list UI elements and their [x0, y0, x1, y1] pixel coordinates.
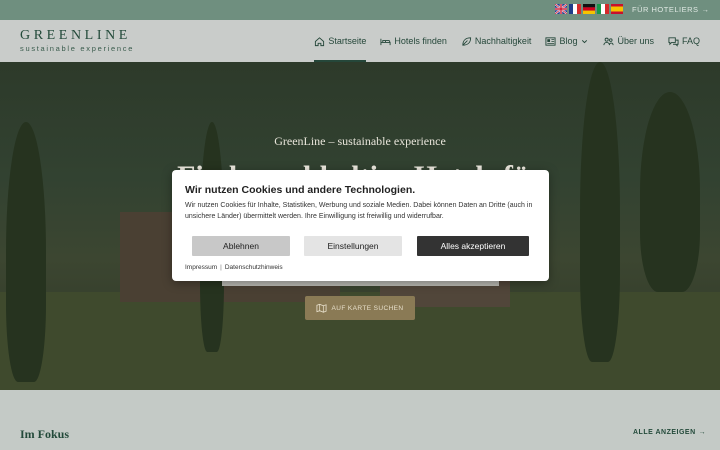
language-switcher	[555, 4, 623, 14]
flag-de-icon[interactable]	[583, 4, 595, 14]
top-bar: FÜR HOTELIERS →	[0, 0, 720, 20]
decline-button[interactable]: Ablehnen	[192, 236, 290, 256]
focus-section: Im Fokus ALLE ANZEIGEN →	[0, 390, 720, 450]
settings-button[interactable]: Einstellungen	[304, 236, 402, 256]
flag-it-icon[interactable]	[597, 4, 609, 14]
focus-title: Im Fokus	[20, 427, 70, 441]
show-all-label: ALLE ANZEIGEN	[633, 429, 696, 436]
nav-item-startseite[interactable]: Startseite	[314, 20, 367, 62]
nav-item-nachhaltigkeit[interactable]: Nachhaltigkeit	[461, 20, 532, 62]
search-on-map-button[interactable]: AUF KARTE SUCHEN	[305, 296, 415, 320]
for-hoteliers-label: FÜR HOTELIERS	[632, 5, 699, 14]
logo-name: GREENLINE	[20, 28, 131, 43]
nav-item-label: Über uns	[617, 36, 654, 46]
cookie-consent-dialog: Wir nutzen Cookies und andere Technologi…	[172, 170, 549, 281]
blog-icon	[545, 36, 556, 46]
chevron-down-icon	[582, 39, 588, 43]
nav-item-label: Nachhaltigkeit	[474, 36, 532, 46]
main-nav: Startseite Hotels finden Nachhaltigkeit …	[314, 20, 700, 62]
cookie-dialog-title: Wir nutzen Cookies und andere Technologi…	[185, 184, 416, 196]
logo[interactable]: GREENLINE sustainable experience	[20, 28, 134, 53]
nav-item-label: FAQ	[681, 36, 700, 46]
bed-icon	[380, 38, 391, 45]
link-separator: |	[220, 264, 222, 271]
nav-item-ueber-uns[interactable]: Über uns	[603, 20, 654, 62]
search-on-map-label: AUF KARTE SUCHEN	[331, 304, 404, 312]
site-header: GREENLINE sustainable experience Startse…	[0, 20, 720, 62]
cookie-dialog-links: Impressum | Datenschutzhinweis	[185, 264, 283, 271]
logo-tagline: sustainable experience	[20, 44, 135, 53]
arrow-right-icon: →	[698, 429, 707, 436]
nav-item-blog[interactable]: Blog	[545, 20, 589, 62]
hero-background-tree	[580, 62, 620, 362]
hero-subtitle: GreenLine – sustainable experience	[274, 134, 446, 148]
for-hoteliers-link[interactable]: FÜR HOTELIERS →	[632, 5, 710, 14]
flag-fr-icon[interactable]	[569, 4, 581, 14]
nav-item-label: Hotels finden	[394, 36, 447, 46]
map-icon	[316, 303, 327, 313]
nav-item-faq[interactable]: FAQ	[668, 20, 700, 62]
leaf-icon	[462, 36, 471, 46]
show-all-link[interactable]: ALLE ANZEIGEN →	[633, 429, 706, 436]
flag-es-icon[interactable]	[611, 4, 623, 14]
flag-uk-icon[interactable]	[555, 4, 567, 14]
nav-item-label: Startseite	[328, 36, 367, 46]
cookie-dialog-text: Wir nutzen Cookies für Inhalte, Statisti…	[185, 202, 533, 220]
privacy-link[interactable]: Datenschutzhinweis	[225, 264, 283, 271]
nav-item-hotels-finden[interactable]: Hotels finden	[380, 20, 447, 62]
accept-all-button[interactable]: Alles akzeptieren	[417, 236, 529, 256]
chat-icon	[668, 36, 679, 47]
home-icon	[315, 36, 325, 46]
people-icon	[603, 37, 614, 45]
imprint-link[interactable]: Impressum	[185, 264, 217, 271]
arrow-right-icon: →	[701, 5, 710, 14]
nav-item-label: Blog	[559, 36, 578, 46]
